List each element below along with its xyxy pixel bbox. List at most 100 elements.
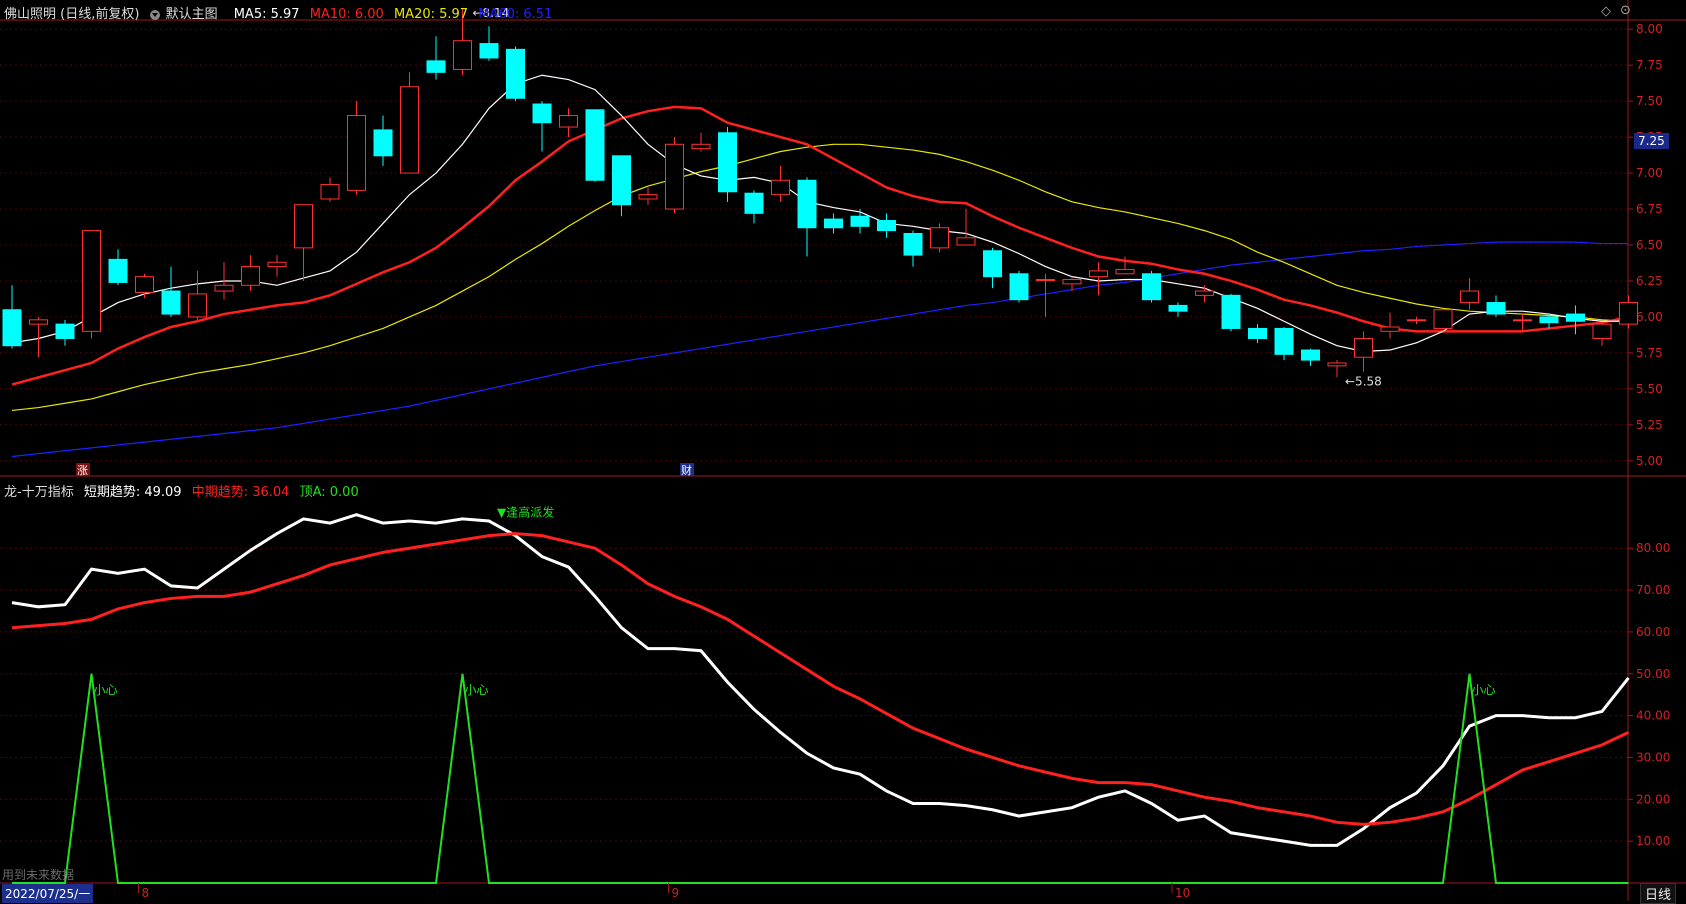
candle-up bbox=[214, 284, 234, 292]
candle-up bbox=[1433, 309, 1453, 329]
peak-warning-label: 小心 bbox=[1472, 683, 1496, 697]
top-a-label: 顶A: 0.00 bbox=[299, 485, 359, 500]
indicator-name: 龙-十万指标 bbox=[4, 485, 74, 500]
candle-down bbox=[585, 109, 605, 181]
candle-up bbox=[1195, 290, 1214, 296]
future-data-note: 用到未来数据 bbox=[2, 868, 75, 882]
mid-trend-line bbox=[11, 532, 1630, 826]
candle-down bbox=[532, 103, 552, 124]
candle-up bbox=[1513, 319, 1532, 322]
indicator-tick-label: 40.00 bbox=[1636, 709, 1670, 723]
candle-down bbox=[877, 220, 896, 232]
candle-up bbox=[241, 266, 260, 286]
stock-chart-window: 5.00 5.25 5.50 5.75 6.00 6.25 6.50 6.75 7.00 7.25… bbox=[0, 0, 1686, 904]
main-chart-selector[interactable]: 默认主图 bbox=[149, 7, 224, 22]
candle-down bbox=[1301, 349, 1320, 361]
candle-down bbox=[1274, 327, 1294, 355]
chart-canvas[interactable]: 5.00 5.25 5.50 5.75 6.00 6.25 6.50 6.75 7.00 7.25… bbox=[0, 0, 1686, 901]
price-tick-label: 6.75 bbox=[1636, 202, 1663, 216]
candle-down bbox=[373, 129, 393, 157]
candle-down bbox=[744, 192, 764, 214]
mid-trend-label: 中期趋势: 36.04 bbox=[191, 485, 290, 500]
candle-up bbox=[400, 86, 419, 174]
candle-up bbox=[1380, 326, 1400, 332]
zhang-marker-text: 涨 bbox=[77, 464, 88, 477]
candle-up bbox=[665, 143, 684, 210]
candle-down bbox=[1221, 294, 1241, 329]
candle-up bbox=[29, 319, 48, 325]
candle-up bbox=[267, 261, 287, 268]
ma5-label: MA5: 5.97 bbox=[233, 7, 300, 22]
candle-up bbox=[1036, 279, 1055, 282]
indicator-tick-label: 50.00 bbox=[1636, 667, 1670, 681]
candle-up bbox=[1089, 270, 1108, 278]
candle-down bbox=[479, 43, 499, 59]
price-tick-label: 6.00 bbox=[1636, 310, 1663, 324]
price-tick-label: 5.00 bbox=[1636, 454, 1663, 468]
candle-down bbox=[55, 323, 75, 340]
indicator-tick-label: 20.00 bbox=[1636, 792, 1670, 806]
candle-up bbox=[1619, 302, 1638, 325]
cai-marker-text: 财 bbox=[681, 463, 692, 477]
candle-up bbox=[294, 204, 313, 249]
low-price-label: ←5.58 bbox=[1345, 374, 1382, 388]
candle-up bbox=[1592, 323, 1612, 340]
stock-title: 佛山照明 (日线,前复权) bbox=[4, 7, 140, 22]
price-tick-label: 7.50 bbox=[1636, 94, 1663, 108]
candle-up bbox=[638, 194, 658, 200]
peak-warning-label: 小心 bbox=[94, 683, 118, 697]
cursor-date-box: 2022/07/25/一 bbox=[2, 884, 94, 903]
candle-down bbox=[612, 155, 631, 206]
candle-up bbox=[135, 276, 154, 293]
candle-up bbox=[1327, 362, 1347, 367]
candle-up bbox=[930, 227, 949, 249]
indicator-tick-label: 60.00 bbox=[1636, 625, 1670, 639]
peak-warning-label: 小心 bbox=[465, 683, 489, 697]
ma10-line bbox=[11, 105, 1629, 386]
indicator-tick-label: 80.00 bbox=[1636, 541, 1670, 555]
circle-settings-icon[interactable]: ⊙ bbox=[1620, 3, 1631, 18]
candle-down bbox=[903, 232, 923, 256]
price-tick-label: 8.00 bbox=[1636, 22, 1663, 36]
candle-down bbox=[161, 290, 181, 315]
short-trend-line bbox=[11, 513, 1630, 847]
current-price-tag: 7.25 bbox=[1634, 133, 1669, 149]
sell-signal-annotation: ▼逢高派发 bbox=[497, 505, 554, 520]
cai-marker: 财 bbox=[680, 463, 694, 477]
candle-up bbox=[1115, 268, 1135, 275]
month-tick-label: 8 bbox=[142, 886, 150, 900]
month-tick-label: 10 bbox=[1175, 886, 1190, 900]
candle-down bbox=[718, 132, 737, 193]
candle-up bbox=[1062, 279, 1082, 285]
price-tick-label: 7.75 bbox=[1636, 58, 1663, 72]
main-chart-label: 默认主图 bbox=[165, 7, 218, 22]
ma60-label: MA60: 6.51 bbox=[478, 7, 553, 22]
candle-up bbox=[771, 179, 790, 196]
ma20-label: MA20: 5.97 bbox=[393, 7, 469, 22]
candle-down bbox=[108, 258, 128, 283]
price-tick-label: 5.75 bbox=[1636, 346, 1663, 360]
price-tick-label: 5.50 bbox=[1636, 382, 1663, 396]
candle-up bbox=[453, 40, 472, 70]
candle-down bbox=[797, 179, 817, 229]
ma10-label: MA10: 6.00 bbox=[309, 7, 384, 22]
candle-up bbox=[956, 237, 976, 246]
candle-down bbox=[1009, 273, 1029, 301]
month-tick-label: 9 bbox=[672, 886, 680, 900]
zhang-marker: 涨 bbox=[76, 463, 90, 477]
main-chart-header: 佛山照明 (日线,前复权) 默认主图 MA5: 5.97 MA10: 6.00 … bbox=[4, 3, 558, 22]
candle-down bbox=[2, 309, 22, 347]
candle-up bbox=[320, 184, 340, 200]
candle-down bbox=[1168, 304, 1188, 312]
candle-up bbox=[559, 115, 578, 128]
diamond-icon[interactable]: ◇ bbox=[1601, 4, 1611, 19]
indicator-tick-label: 10.00 bbox=[1636, 834, 1670, 848]
candle-up bbox=[347, 115, 366, 191]
short-trend-label: 短期趋势: 49.09 bbox=[83, 485, 182, 500]
indicator-tick-label: 30.00 bbox=[1636, 750, 1670, 764]
indicator-tick-label: 70.00 bbox=[1636, 583, 1670, 597]
top-a-line bbox=[12, 673, 1629, 884]
candle-down bbox=[824, 218, 843, 229]
dropdown-icon bbox=[149, 9, 160, 20]
candle-down bbox=[1539, 316, 1559, 324]
